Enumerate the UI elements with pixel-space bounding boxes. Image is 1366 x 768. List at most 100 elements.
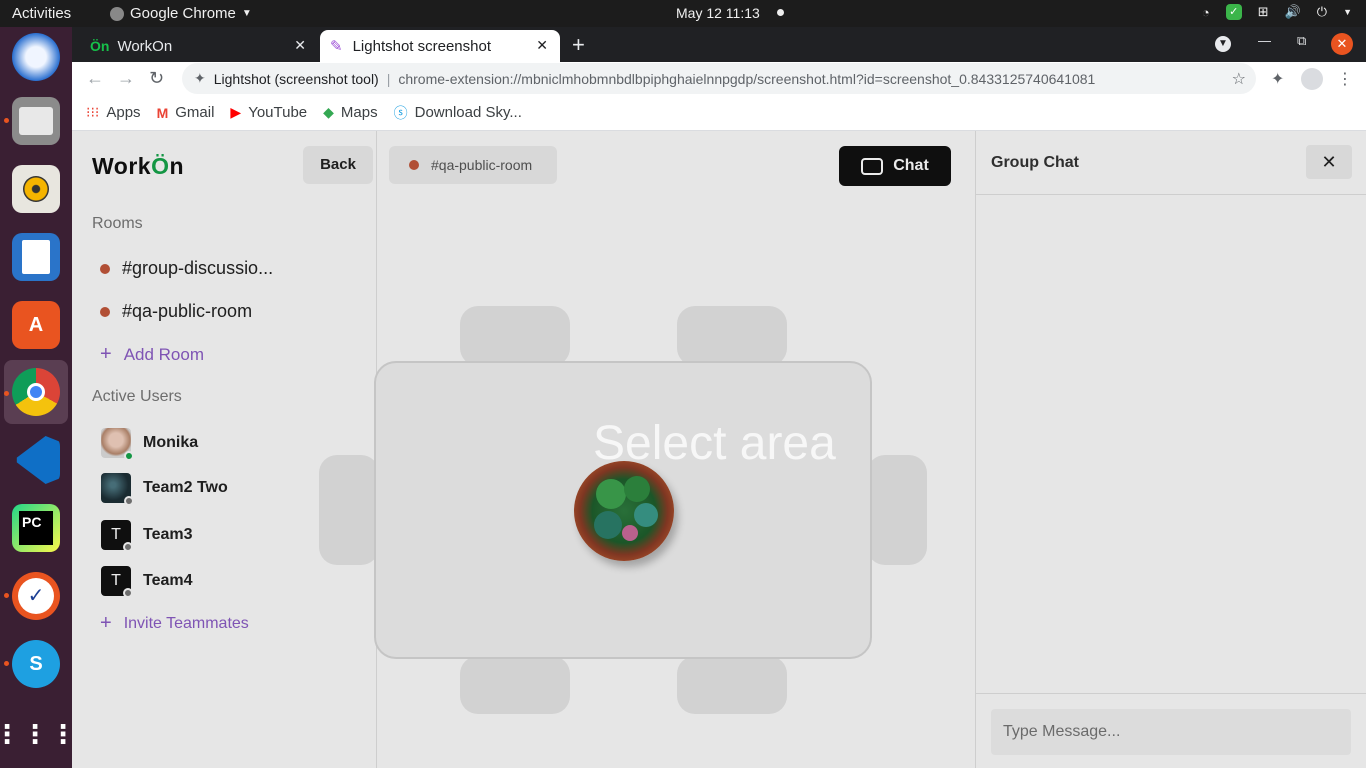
system-tray[interactable]: ◔ ✓ ⊞ 🔊 ⏻ ▼ — [1202, 4, 1352, 20]
back-arrow-icon[interactable]: ← — [86, 68, 104, 89]
close-tab-icon[interactable]: ✕ — [536, 37, 548, 54]
app-menu[interactable]: Google Chrome ▼ — [110, 5, 252, 22]
seat[interactable] — [460, 656, 570, 714]
user-item[interactable]: T Team4 — [101, 566, 193, 598]
bookmark-gmail[interactable]: M Gmail — [157, 104, 215, 121]
extensions-icon[interactable]: ✦ — [1271, 69, 1284, 89]
site-name: Lightshot (screenshot tool) — [213, 70, 379, 87]
ubuntu-dock: A PC ✓ S ⋮⋮⋮ — [0, 27, 76, 768]
vscode-icon[interactable] — [16, 436, 60, 484]
workon-icon: Ön — [90, 38, 110, 54]
notification-dot — [777, 9, 784, 16]
leaf — [634, 503, 658, 527]
plant-decoration — [574, 461, 674, 561]
plus-icon: + — [100, 343, 112, 365]
avatar — [101, 428, 134, 461]
skype-icon[interactable]: S — [12, 640, 60, 688]
seat[interactable] — [460, 306, 570, 366]
bookmark-skype[interactable]: ⓢ Download Sky... — [394, 103, 522, 123]
ubuntu-software-icon[interactable]: A — [12, 301, 60, 349]
bookmark-label: Gmail — [175, 104, 215, 121]
user-name: Team4 — [143, 572, 193, 589]
seat[interactable] — [867, 455, 927, 565]
app-sidebar: WorkÖn Back Rooms #group-discussio... #q… — [72, 131, 377, 768]
seat[interactable] — [677, 306, 787, 366]
chat-button-label: Chat — [893, 157, 929, 174]
leaf — [624, 476, 650, 502]
libreoffice-writer-icon[interactable] — [12, 233, 60, 281]
more-menu-icon[interactable]: ⋮ — [1337, 69, 1353, 89]
bookmark-label: YouTube — [248, 104, 308, 121]
todo-app-icon[interactable]: ✓ — [12, 572, 60, 620]
active-users-heading: Active Users — [92, 388, 182, 405]
seat[interactable] — [319, 455, 379, 565]
clock[interactable]: May 12 11:13 — [676, 5, 760, 21]
minimize-button[interactable]: — — [1258, 33, 1271, 48]
running-indicator — [4, 391, 9, 396]
volume-icon[interactable]: 🔊 — [1285, 4, 1301, 20]
address-separator: | — [386, 70, 391, 87]
group-chat-panel: Group Chat ✕ — [975, 131, 1366, 768]
thunderbird-icon[interactable] — [12, 33, 60, 81]
tab-search-icon[interactable]: ▼ — [1215, 36, 1231, 52]
feather-icon: ✎ — [330, 38, 343, 55]
activities-button[interactable]: Activities — [12, 5, 71, 22]
bookmark-label: Download Sky... — [414, 104, 522, 121]
bookmark-apps[interactable]: ⁝⁝⁝ Apps — [86, 104, 141, 121]
user-item[interactable]: Team2 Two — [101, 473, 228, 506]
current-room-chip[interactable]: #qa-public-room — [389, 146, 557, 184]
bookmark-star-icon[interactable]: ☆ — [1232, 69, 1246, 89]
files-icon[interactable] — [12, 97, 60, 145]
room-bullet — [100, 263, 110, 274]
reload-icon[interactable]: ↻ — [149, 68, 164, 89]
tab-lightshot[interactable]: ✎ Lightshot screenshot ✕ — [320, 30, 560, 62]
room-label: #group-discussio... — [122, 258, 274, 278]
close-chat-button[interactable]: ✕ — [1306, 145, 1352, 179]
chrome-icon[interactable] — [12, 368, 60, 416]
seat[interactable] — [677, 656, 787, 714]
room-label: #qa-public-room — [122, 301, 253, 321]
select-area-prompt: Select area — [593, 417, 836, 470]
running-indicator — [4, 593, 9, 598]
page-content: WorkÖn Back Rooms #group-discussio... #q… — [72, 131, 1366, 768]
tab-workon[interactable]: Ön WorkOn ✕ — [80, 30, 318, 62]
power-icon[interactable]: ⏻ — [1317, 4, 1327, 20]
forward-arrow-icon[interactable]: → — [117, 68, 135, 89]
bookmark-youtube[interactable]: ▶ YouTube — [230, 104, 307, 121]
address-bar[interactable]: ✦ Lightshot (screenshot tool) | chrome-e… — [182, 63, 1256, 94]
logo-text-o: Ö — [151, 153, 170, 179]
rhythmbox-icon[interactable] — [12, 165, 60, 213]
bookmark-maps[interactable]: ◆ Maps — [323, 104, 377, 121]
running-indicator — [4, 661, 9, 666]
close-tab-icon[interactable]: ✕ — [294, 37, 306, 54]
new-tab-button[interactable]: + — [572, 32, 585, 58]
status-dot-online — [124, 451, 134, 461]
show-applications-icon[interactable]: ⋮⋮⋮ — [0, 710, 76, 758]
profile-avatar[interactable] — [1301, 68, 1323, 90]
add-room-link[interactable]: + Add Room — [100, 343, 204, 366]
security-shield-icon[interactable]: ✓ — [1225, 4, 1242, 20]
invite-teammates-link[interactable]: + Invite Teammates — [100, 612, 249, 635]
restore-button[interactable]: ⧉ — [1297, 33, 1306, 49]
room-item[interactable]: #qa-public-room — [100, 301, 252, 322]
room-bullet — [409, 160, 419, 170]
user-item[interactable]: T Team3 — [101, 520, 193, 552]
window-close-button[interactable]: ✕ — [1331, 33, 1353, 55]
invite-label: Invite Teammates — [123, 614, 249, 632]
status-dot-offline — [124, 496, 134, 506]
message-input[interactable] — [991, 709, 1351, 755]
chevron-down-icon[interactable]: ▼ — [1343, 7, 1352, 17]
back-button[interactable]: Back — [303, 146, 373, 184]
chat-button[interactable]: Chat — [839, 146, 951, 186]
avatar — [101, 473, 134, 506]
network-icon[interactable]: ⊞ — [1258, 4, 1269, 20]
night-light-icon[interactable]: ◔ — [1202, 5, 1210, 20]
user-item[interactable]: Monika — [101, 428, 198, 461]
tab-label: WorkOn — [117, 37, 173, 55]
pycharm-icon[interactable]: PC — [12, 504, 60, 552]
status-dot-offline — [123, 542, 133, 552]
bookmark-label: Maps — [340, 104, 378, 121]
logo-text-left: Work — [92, 153, 152, 179]
add-room-label: Add Room — [123, 344, 205, 364]
room-item[interactable]: #group-discussio... — [100, 258, 273, 279]
